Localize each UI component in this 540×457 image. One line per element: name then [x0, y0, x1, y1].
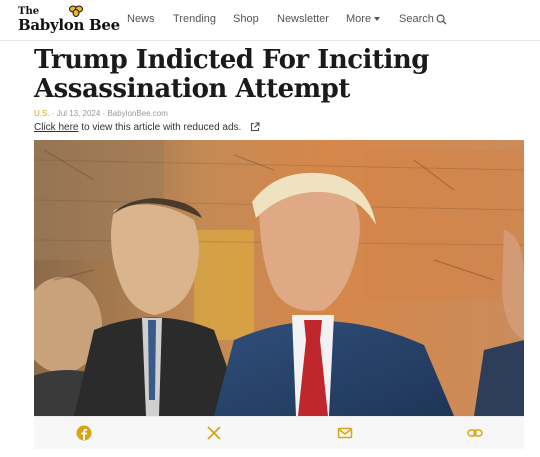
- facebook-icon[interactable]: [76, 425, 92, 441]
- article-meta: U.S. · Jul 13, 2024 · BabylonBee.com: [34, 109, 168, 118]
- copy-link-icon[interactable]: [467, 425, 483, 441]
- article-title: Trump Indicted For Inciting Assassinatio…: [34, 45, 429, 104]
- nav-shop[interactable]: Shop: [233, 13, 259, 25]
- article-source: BabylonBee.com: [107, 109, 168, 118]
- nav-more-label: More: [346, 13, 372, 25]
- meta-separator: ·: [51, 109, 55, 118]
- chevron-down-icon: [374, 17, 381, 22]
- site-logo[interactable]: The Babylon Bee: [18, 5, 120, 36]
- x-icon[interactable]: [206, 425, 222, 441]
- article-category[interactable]: U.S.: [34, 109, 50, 118]
- reduced-ads-notice: Click here to view this article with red…: [34, 122, 260, 133]
- article-date: Jul 13, 2024: [56, 109, 101, 118]
- nav-news[interactable]: News: [127, 13, 155, 25]
- search-icon: [436, 14, 447, 25]
- reduced-ads-link[interactable]: Click here: [34, 122, 78, 133]
- reduced-ads-text: to view this article with reduced ads.: [78, 122, 242, 133]
- external-link-icon[interactable]: [250, 122, 260, 132]
- nav-trending[interactable]: Trending: [173, 13, 216, 25]
- article-hero-image: [34, 140, 524, 416]
- search-label: Search: [399, 13, 434, 25]
- nav-more[interactable]: More: [346, 13, 381, 25]
- logo-name: Babylon Bee: [18, 16, 120, 34]
- meta-separator: ·: [102, 109, 106, 118]
- site-header: The Babylon Bee News Trending Shop Newsl…: [0, 0, 540, 41]
- nav-search[interactable]: Search: [399, 13, 447, 25]
- nav-newsletter[interactable]: Newsletter: [277, 13, 329, 25]
- share-bar: [34, 416, 524, 449]
- email-icon[interactable]: [337, 425, 353, 441]
